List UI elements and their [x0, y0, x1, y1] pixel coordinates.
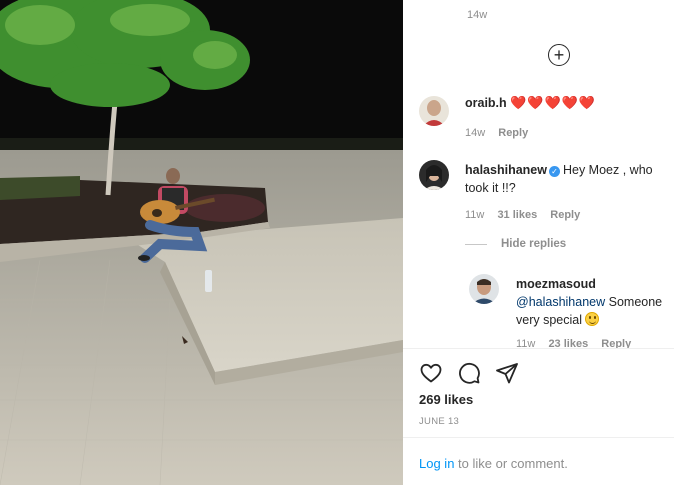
avatar[interactable] [469, 274, 499, 304]
comment-text: ❤️❤️❤️❤️❤️ [510, 95, 597, 110]
avatar[interactable] [419, 96, 449, 126]
reply-meta: 11w 23 likes Reply [516, 338, 631, 348]
hide-replies-dash [465, 243, 487, 245]
post-actions [419, 361, 519, 385]
verified-badge-icon: ✓ [548, 166, 560, 177]
plus-circle-icon: + [553, 44, 565, 65]
reply-mention-link[interactable]: @halashihanew [516, 295, 605, 309]
reply-button[interactable]: Reply [601, 338, 631, 348]
reply-button[interactable]: Reply [498, 127, 528, 139]
comment-bubble-icon[interactable] [457, 361, 481, 385]
comments-list[interactable]: 14w + oraib.h ❤️❤️❤️❤️❤️ 14w Reply halas… [403, 0, 674, 348]
post-side-panel: 14w + oraib.h ❤️❤️❤️❤️❤️ 14w Reply halas… [403, 0, 674, 485]
reply-button[interactable]: Reply [550, 209, 580, 221]
heart-outline-icon[interactable] [419, 361, 443, 385]
section-divider [403, 437, 674, 438]
hide-replies-button[interactable]: Hide replies [465, 238, 566, 250]
comment-timestamp: 11w [465, 209, 485, 221]
reply-timestamp: 11w [516, 338, 536, 348]
comment-timestamp: 14w [465, 127, 486, 139]
post-likes-count[interactable]: 269 likes [419, 392, 473, 407]
comment-likes-count[interactable]: 31 likes [497, 209, 537, 221]
avatar[interactable] [419, 160, 449, 190]
login-prompt-suffix: to like or comment. [454, 456, 568, 471]
paper-plane-icon[interactable] [495, 361, 519, 385]
load-more-comments-button[interactable]: + [548, 44, 570, 66]
comment-username[interactable]: halashihanew [465, 163, 547, 177]
reply-body: moezmasoud @halashihanew Someone very sp… [516, 275, 671, 329]
caption-timestamp: 14w [467, 9, 488, 21]
hide-replies-label: Hide replies [501, 238, 567, 250]
comment-body: oraib.h ❤️❤️❤️❤️❤️ [465, 94, 665, 112]
login-link[interactable]: Log in [419, 456, 454, 471]
login-prompt: Log in to like or comment. [419, 456, 568, 471]
reply-username[interactable]: moezmasoud [516, 277, 596, 291]
smiling-face-icon [585, 312, 599, 326]
comment-body: halashihanew ✓ Hey Moez , who took it !!? [465, 161, 671, 197]
comment-meta: 11w 31 likes Reply [465, 209, 580, 221]
post-photo-image [0, 0, 403, 485]
comment-username[interactable]: oraib.h [465, 96, 507, 110]
post-date: JUNE 13 [419, 416, 460, 427]
section-divider [403, 348, 674, 349]
comment-meta: 14w Reply [465, 127, 528, 139]
reply-likes-count[interactable]: 23 likes [548, 338, 588, 348]
post-photo[interactable] [0, 0, 403, 485]
